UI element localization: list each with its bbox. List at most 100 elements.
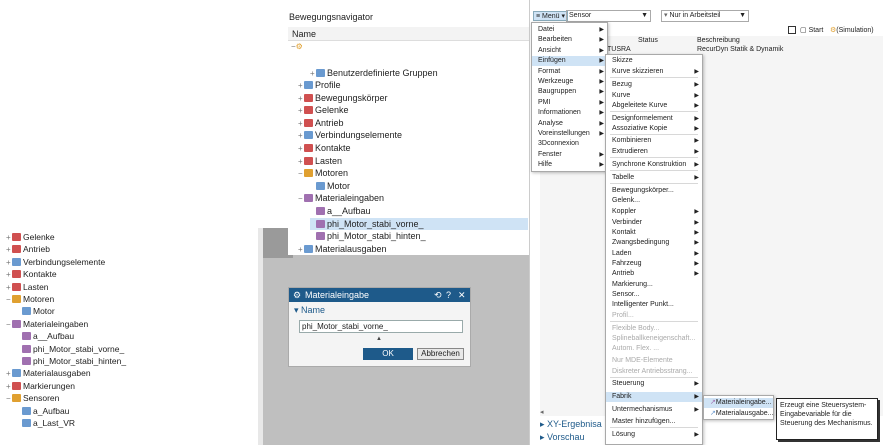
navigator-row[interactable]: + Gelenke xyxy=(298,104,528,116)
main-menu-item[interactable]: Bearbeiten ▶ xyxy=(532,35,607,45)
navigator-row[interactable]: + Materialausgaben xyxy=(298,243,528,255)
row-description[interactable]: RecurDyn Statik & Dynamik xyxy=(697,46,783,53)
left-tree-row[interactable]: Motor xyxy=(16,305,55,317)
insert-menu-item[interactable]: Gelenk... xyxy=(606,196,702,206)
insert-menu-item[interactable]: Fabrik ▶ xyxy=(606,392,702,402)
main-menu-item[interactable]: Voreinstellungen ▶ xyxy=(532,129,607,139)
insert-menu-item[interactable]: Sensor... xyxy=(606,290,702,300)
bottom-panel-preview[interactable]: ▸ Vorschau xyxy=(540,432,610,444)
bottom-panel-xy[interactable]: ▸ XY-Ergebnisa xyxy=(540,419,610,431)
main-menu-item[interactable]: Datei ▶ xyxy=(532,25,607,35)
main-menu-item[interactable]: Informationen ▶ xyxy=(532,108,607,118)
insert-menu-item[interactable]: Tabelle ▶ xyxy=(606,173,702,183)
main-menu-item[interactable]: Fenster ▶ xyxy=(532,150,607,160)
help-icon[interactable]: ? xyxy=(446,288,451,302)
left-tree-row[interactable]: + Gelenke xyxy=(6,231,55,243)
main-menu-item[interactable]: Werkzeuge ▶ xyxy=(532,77,607,87)
navigator-row[interactable]: − Motoren xyxy=(298,167,528,179)
main-menu-item[interactable]: 3Dconnexion xyxy=(532,139,607,149)
left-tree-row[interactable]: + Verbindungselemente xyxy=(6,256,105,268)
insert-menu-item[interactable]: Markierung... xyxy=(606,280,702,290)
left-tree-row[interactable]: − Motoren xyxy=(6,293,54,305)
main-menu-item[interactable]: Einfügen ▶ xyxy=(532,56,607,67)
navigator-row[interactable]: + Benutzerdefinierte Gruppen xyxy=(310,67,528,79)
navigator-row[interactable]: + Antrieb xyxy=(298,117,528,129)
column-status[interactable]: Status xyxy=(638,37,658,44)
navigator-row[interactable]: phi_Motor_stabi_vorne_ xyxy=(310,217,528,230)
insert-menu-item[interactable]: Diskreter Antriebsstrang... xyxy=(606,367,702,377)
maximize-icon[interactable] xyxy=(788,26,796,34)
insert-menu-item[interactable]: Flexible Body... xyxy=(606,324,702,334)
insert-menu-item[interactable]: Bewegungskörper... xyxy=(606,186,702,196)
insert-menu-item[interactable]: Skizze xyxy=(606,56,702,66)
insert-menu-item[interactable]: Profil... xyxy=(606,311,702,321)
navigator-row[interactable]: + Profile xyxy=(298,79,528,91)
insert-menu-item[interactable]: Untermechanismus ▶ xyxy=(606,405,702,415)
reset-icon[interactable]: ⟲ xyxy=(434,288,442,302)
menu-button[interactable]: ≡ Menü ▾ xyxy=(533,11,569,21)
materialausgabe-menu-item[interactable]: ↗Materialausgabe... xyxy=(704,409,773,419)
cancel-button[interactable]: Abbrechen xyxy=(417,348,464,360)
insert-menu-item[interactable]: Zwangsbedingung ▶ xyxy=(606,238,702,248)
insert-menu-item[interactable]: Fahrzeug ▶ xyxy=(606,259,702,269)
insert-menu-item[interactable]: Extrudieren ▶ xyxy=(606,147,702,157)
name-section-header[interactable]: ▾ Name xyxy=(294,305,325,316)
column-name[interactable]: Name xyxy=(292,29,316,39)
type-select[interactable]: Sensor ▼ xyxy=(566,10,651,22)
navigator-row[interactable]: a__Aufbau xyxy=(310,205,528,217)
insert-menu-item[interactable]: Abgeleitete Kurve ▶ xyxy=(606,101,702,111)
close-icon[interactable]: ✕ xyxy=(458,288,466,302)
insert-menu-item[interactable]: Verbinder ▶ xyxy=(606,218,702,228)
insert-menu-item[interactable]: Kurve skizzieren ▶ xyxy=(606,67,702,77)
insert-menu-item[interactable]: Laden ▶ xyxy=(606,249,702,259)
insert-menu-item[interactable]: Master hinzufügen... xyxy=(606,417,702,427)
left-tree-row[interactable]: a__Aufbau xyxy=(16,330,74,342)
left-tree-row[interactable]: phi_Motor_stabi_vorne_ xyxy=(16,343,124,355)
left-tree-row[interactable]: + Kontakte xyxy=(6,268,57,280)
left-tree-row[interactable]: phi_Motor_stabi_hinten_ xyxy=(16,355,126,367)
left-tree-row[interactable]: + Lasten xyxy=(6,281,49,293)
left-tree-row[interactable]: − Sensoren xyxy=(6,392,59,404)
column-description[interactable]: Beschreibung xyxy=(697,37,740,44)
navigator-root[interactable]: −⚙ xyxy=(291,42,303,51)
navigator-row[interactable]: + Verbindungselemente xyxy=(298,129,528,141)
left-tree-row[interactable]: + Antrieb xyxy=(6,243,50,255)
navigator-row[interactable]: + Bewegungskörper xyxy=(298,92,528,104)
navigator-row[interactable]: Motor xyxy=(310,180,528,192)
left-tree-row[interactable]: a_Aufbau xyxy=(16,405,69,417)
materialeingabe-menu-item[interactable]: ↗Materialeingabe... xyxy=(704,398,773,408)
name-input[interactable]: phi_Motor_stabi_vorne_ xyxy=(299,320,463,333)
scroll-left-icon[interactable]: ◂ xyxy=(540,408,544,416)
insert-menu-item[interactable]: Synchrone Konstruktion ▶ xyxy=(606,160,702,170)
navigator-row[interactable]: phi_Motor_stabi_hinten_ xyxy=(310,230,528,242)
insert-menu-item[interactable]: Autom. Flex. ... xyxy=(606,344,702,354)
main-menu-item[interactable]: Hilfe ▶ xyxy=(532,160,607,170)
left-tree-row[interactable]: + Materialausgaben xyxy=(6,367,91,379)
main-menu-item[interactable]: Ansicht ▶ xyxy=(532,46,607,56)
insert-menu-item[interactable]: Lösung ▶ xyxy=(606,430,702,440)
insert-menu-item[interactable]: Kombinieren ▶ xyxy=(606,136,702,146)
left-tree-row[interactable]: − Materialeingaben xyxy=(6,318,88,330)
navigator-row[interactable]: + Lasten xyxy=(298,155,528,167)
main-menu-item[interactable]: PMI ▶ xyxy=(532,98,607,108)
insert-menu-item[interactable]: Bezug ▶ xyxy=(606,80,702,90)
row-name-fragment[interactable]: TUSRA xyxy=(607,46,631,53)
left-tree-row[interactable]: a_Last_VR xyxy=(16,417,75,429)
insert-menu-item[interactable]: Kontakt ▶ xyxy=(606,228,702,238)
insert-menu-item[interactable]: Assoziative Kopie ▶ xyxy=(606,124,702,134)
insert-menu-item[interactable]: Koppler ▶ xyxy=(606,207,702,217)
insert-menu-item[interactable]: Kurve ▶ xyxy=(606,91,702,101)
expand-more-icon[interactable]: ▲ xyxy=(376,336,382,342)
main-menu-item[interactable]: Baugruppen ▶ xyxy=(532,87,607,97)
main-menu-item[interactable]: Format ▶ xyxy=(532,67,607,77)
start-label[interactable]: ▢ Start xyxy=(800,26,823,34)
insert-menu-item[interactable]: Designformelement ▶ xyxy=(606,114,702,124)
simulation-label[interactable]: ⚙(Simulation) xyxy=(830,26,874,34)
navigator-row[interactable]: + Kontakte xyxy=(298,142,528,154)
scope-select[interactable]: ▾ Nur in Arbeitsteil ▼ xyxy=(661,10,749,22)
ok-button[interactable]: OK xyxy=(363,348,413,360)
navigator-row[interactable]: − Materialeingaben xyxy=(298,192,528,204)
main-menu-item[interactable]: Analyse ▶ xyxy=(532,119,607,129)
left-tree-row[interactable]: + Markierungen xyxy=(6,380,75,392)
insert-menu-item[interactable]: Splineballkeneigenschaft... xyxy=(606,334,702,344)
